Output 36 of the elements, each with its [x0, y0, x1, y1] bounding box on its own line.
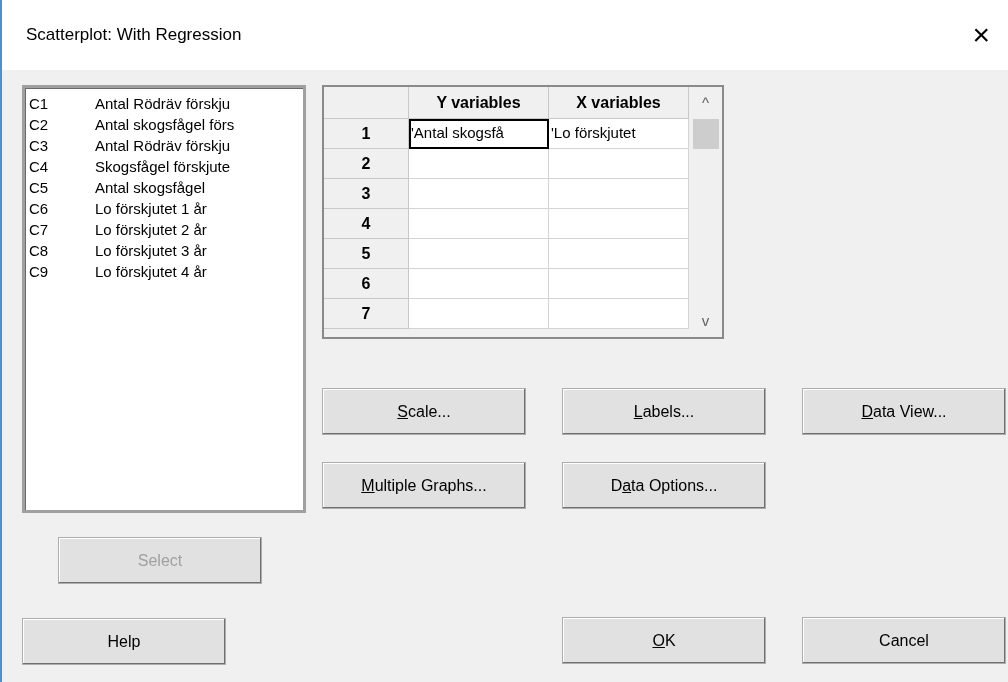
cancel-button[interactable]: Cancel — [802, 617, 1006, 664]
scroll-down-button[interactable]: v — [701, 305, 710, 337]
grid-cell[interactable]: 'Antal skogsfå — [409, 119, 549, 149]
grid-cell[interactable] — [409, 149, 549, 179]
grid-cell[interactable]: 'Lo förskjutet — [549, 119, 689, 149]
grid-cell[interactable] — [549, 299, 689, 329]
variable-item[interactable]: C9 Lo förskjutet 4 år — [29, 261, 303, 282]
scroll-up-button[interactable]: ^ — [701, 87, 709, 119]
ok-button[interactable]: OK — [562, 617, 766, 664]
close-button[interactable]: × — [964, 20, 998, 50]
variable-item[interactable]: C2 Antal skogsfågel förs — [29, 114, 303, 135]
grid-cell[interactable] — [549, 209, 689, 239]
grid-cell[interactable] — [549, 269, 689, 299]
variable-item[interactable]: C3 Antal Rödräv förskju — [29, 135, 303, 156]
option-button[interactable]: Labels... — [562, 388, 766, 435]
option-button[interactable]: Scale... — [322, 388, 526, 435]
scroll-thumb[interactable] — [692, 119, 719, 149]
grid-cell[interactable] — [549, 149, 689, 179]
variable-item[interactable]: C1 Antal Rödräv förskju — [29, 93, 303, 114]
window-title: Scatterplot: With Regression — [26, 24, 242, 47]
grid-cell[interactable] — [409, 269, 549, 299]
grid-cell[interactable] — [409, 179, 549, 209]
variable-item[interactable]: C6 Lo förskjutet 1 år — [29, 198, 303, 219]
option-button[interactable]: Multiple Graphs... — [322, 462, 526, 509]
variable-item[interactable]: C4 Skogsfågel förskjute — [29, 156, 303, 177]
variable-item[interactable]: C8 Lo förskjutet 3 år — [29, 240, 303, 261]
variable-item[interactable]: C7 Lo förskjutet 2 år — [29, 219, 303, 240]
grid-cell[interactable] — [549, 179, 689, 209]
grid-cell[interactable] — [549, 239, 689, 269]
option-button[interactable]: Data View... — [802, 388, 1006, 435]
variable-item[interactable]: C5 Antal skogsfågel — [29, 177, 303, 198]
grid-cell[interactable] — [409, 299, 549, 329]
grid-cell[interactable] — [409, 209, 549, 239]
option-button[interactable]: Data Options... — [562, 462, 766, 509]
grid-cell[interactable] — [409, 239, 549, 269]
help-button[interactable]: Help — [22, 618, 226, 665]
